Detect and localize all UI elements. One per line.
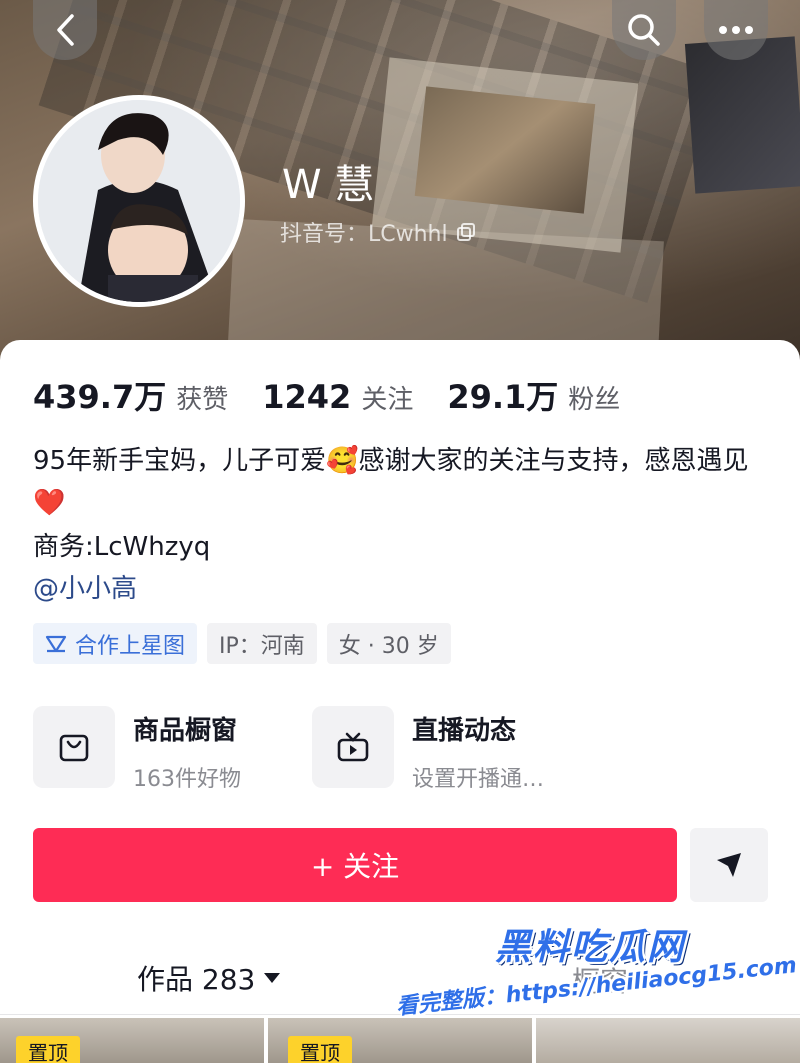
nickname: W 慧: [282, 162, 375, 208]
pinned-badge: 置顶: [288, 1036, 352, 1063]
tag-row: 合作上星图 IP：河南 女 · 30 岁: [33, 623, 451, 664]
tv-icon: [337, 732, 369, 762]
stat-label: 关注: [361, 385, 414, 415]
tab-works[interactable]: 作品 283: [137, 958, 281, 998]
copy-icon[interactable]: [456, 222, 476, 242]
send-icon: [717, 853, 741, 877]
shopping-bag-icon: [59, 734, 89, 762]
video-thumbnail[interactable]: 置顶: [0, 1018, 264, 1063]
product-window-entry[interactable]: 商品橱窗 163件好物: [33, 706, 241, 793]
tab-divider: [0, 1014, 800, 1015]
stat-label: 获赞: [176, 385, 229, 415]
follow-button[interactable]: + 关注: [33, 828, 677, 902]
cover-photo: [414, 86, 596, 214]
tag-label: IP：河南: [219, 633, 305, 659]
bio-text: 95年新手宝妈，儿子可爱🥰感谢大家的关注与支持，感恩遇见❤️: [33, 446, 749, 518]
stats-row: 439.7万 获赞 1242 关注 29.1万 粉丝: [33, 372, 654, 418]
feature-subtitle: 163件好物: [133, 767, 241, 792]
stat-number: 439.7万: [33, 378, 167, 416]
more-dots-icon: [719, 26, 753, 34]
search-icon: [628, 14, 660, 46]
stat-number: 1242: [262, 378, 352, 416]
share-button[interactable]: [690, 828, 768, 902]
business-contact: 商务:LcWhzyq: [33, 532, 211, 562]
tab-window[interactable]: 橱窗: [572, 960, 628, 1000]
video-thumbnail[interactable]: 置顶: [268, 1018, 532, 1063]
feature-subtitle: 设置开播通…: [412, 767, 545, 792]
douyin-id[interactable]: 抖音号：LCwhhl: [280, 216, 476, 248]
tag-label: 合作上星图: [75, 633, 186, 659]
avatar[interactable]: [33, 95, 245, 307]
star-map-icon: [45, 635, 67, 652]
feature-title: 直播动态: [412, 716, 517, 746]
stat-label: 粉丝: [568, 385, 621, 415]
tag-label: 女 · 30 岁: [338, 633, 439, 659]
avatar-photo: [38, 100, 240, 302]
chevron-left-icon: [57, 14, 74, 46]
video-thumbnail[interactable]: [536, 1018, 800, 1063]
stat-number: 29.1万: [447, 378, 559, 416]
feature-title: 商品橱窗: [133, 716, 238, 746]
stat-followers[interactable]: 29.1万 粉丝: [447, 372, 620, 418]
tab-works-label: 作品 283: [137, 963, 256, 996]
pinned-badge: 置顶: [16, 1036, 80, 1063]
stat-likes[interactable]: 439.7万 获赞: [33, 372, 228, 418]
icon-container: [312, 706, 394, 788]
mention-link[interactable]: @小小高: [33, 568, 137, 605]
follow-label: + 关注: [310, 850, 400, 883]
douyin-id-text: 抖音号：LCwhhl: [280, 222, 448, 247]
live-updates-entry[interactable]: 直播动态 设置开播通…: [312, 706, 544, 793]
cover-box: [684, 36, 800, 194]
tag-ip: IP：河南: [207, 623, 317, 664]
stat-following[interactable]: 1242 关注: [262, 378, 413, 416]
icon-container: [33, 706, 115, 788]
caret-down-icon: [264, 973, 281, 983]
tag-gender-age: 女 · 30 岁: [326, 623, 451, 664]
tag-star-map[interactable]: 合作上星图: [33, 623, 198, 664]
